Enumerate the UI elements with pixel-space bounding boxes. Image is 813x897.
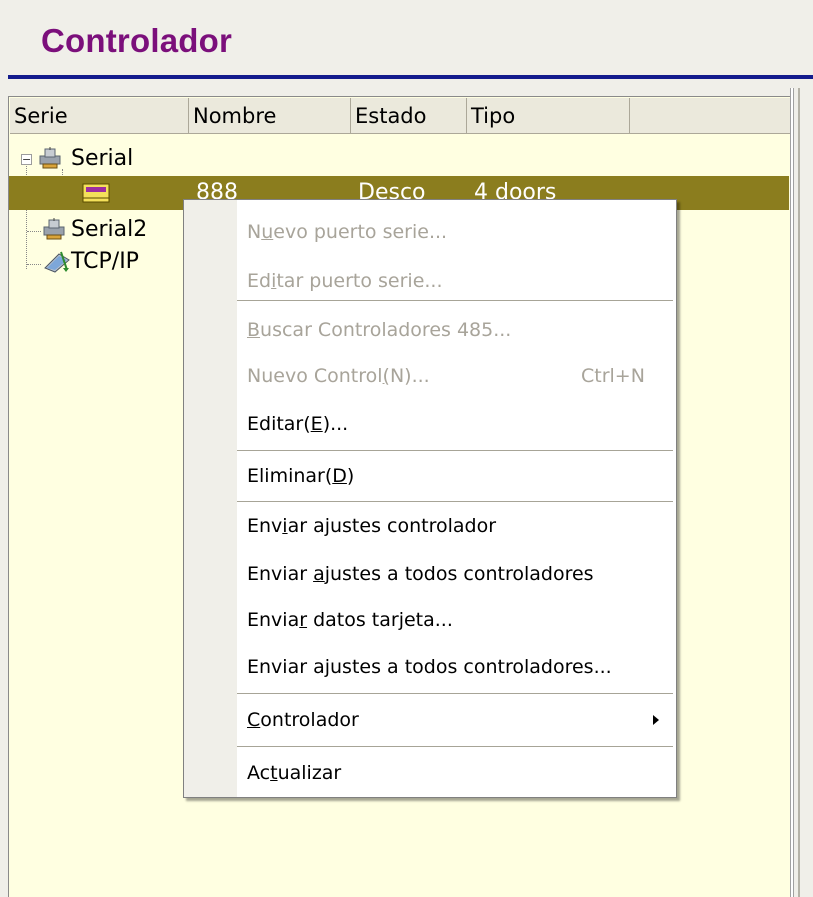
column-serie[interactable]: Serie [10, 98, 189, 134]
serial-port-icon [39, 147, 61, 169]
column-estado[interactable]: Estado [351, 98, 467, 134]
column-header: Serie Nombre Estado Tipo [10, 98, 790, 134]
collapse-icon[interactable]: − [21, 154, 32, 165]
tree-row-serial[interactable]: − Serial [9, 142, 789, 176]
menu-item-label: Controlador [247, 709, 359, 731]
menu-item[interactable]: Enviar ajustes a todos controladores [184, 550, 676, 599]
menu-item[interactable]: Enviar datos tarjeta... [184, 596, 676, 645]
menu-item-shortcut: Ctrl+N [581, 365, 645, 387]
menu-item[interactable]: Actualizar [184, 749, 676, 798]
tree-label: Serial [71, 146, 134, 171]
menu-item[interactable]: Editar(E)... [184, 400, 676, 449]
serial-port-icon [43, 218, 65, 240]
menu-item-label: Enviar ajustes controlador [247, 515, 497, 537]
splitter-edge [798, 88, 800, 897]
menu-item-label: Nuevo Control(N)... [247, 365, 430, 387]
menu-item-label: Editar(E)... [247, 413, 349, 435]
menu-separator [237, 501, 673, 502]
menu-item-label: Editar puerto serie... [247, 270, 443, 292]
title-divider [8, 75, 813, 79]
menu-item[interactable]: Controlador [184, 696, 676, 745]
menu-item-label: Enviar ajustes a todos controladores... [247, 656, 612, 678]
menu-item[interactable]: Eliminar(D) [184, 452, 676, 501]
network-icon [44, 251, 70, 273]
menu-item-label: Eliminar(D) [247, 465, 355, 487]
menu-item[interactable]: Nuevo puerto serie... [184, 208, 676, 257]
menu-item-label: Enviar datos tarjeta... [247, 609, 453, 631]
menu-item[interactable]: Enviar ajustes a todos controladores... [184, 643, 676, 692]
tree-label: TCP/IP [71, 249, 139, 274]
page-title: Controlador [41, 22, 233, 59]
menu-separator [237, 300, 673, 301]
column-tipo[interactable]: Tipo [467, 98, 630, 134]
menu-item-label: Nuevo puerto serie... [247, 221, 448, 243]
menu-item-label: Buscar Controladores 485... [247, 319, 512, 341]
column-nombre[interactable]: Nombre [189, 98, 351, 134]
menu-item[interactable]: Buscar Controladores 485... [184, 306, 676, 355]
context-menu: Nuevo puerto serie... Editar puerto serie… [183, 199, 677, 798]
controller-icon [82, 183, 110, 203]
submenu-arrow-icon [653, 715, 659, 725]
menu-separator [237, 693, 673, 694]
column-filler [630, 98, 790, 134]
menu-item[interactable]: Enviar ajustes controlador [184, 502, 676, 551]
splitter-handle[interactable] [790, 88, 794, 897]
menu-item[interactable]: Editar puerto serie... [184, 257, 676, 306]
menu-item-label: Enviar ajustes a todos controladores [247, 563, 594, 585]
tree-label: Serial2 [71, 217, 148, 242]
menu-item[interactable]: Nuevo Control(N)... Ctrl+N [184, 352, 676, 401]
menu-separator [237, 450, 673, 451]
menu-item-label: Actualizar [247, 762, 342, 784]
menu-separator [237, 746, 673, 747]
